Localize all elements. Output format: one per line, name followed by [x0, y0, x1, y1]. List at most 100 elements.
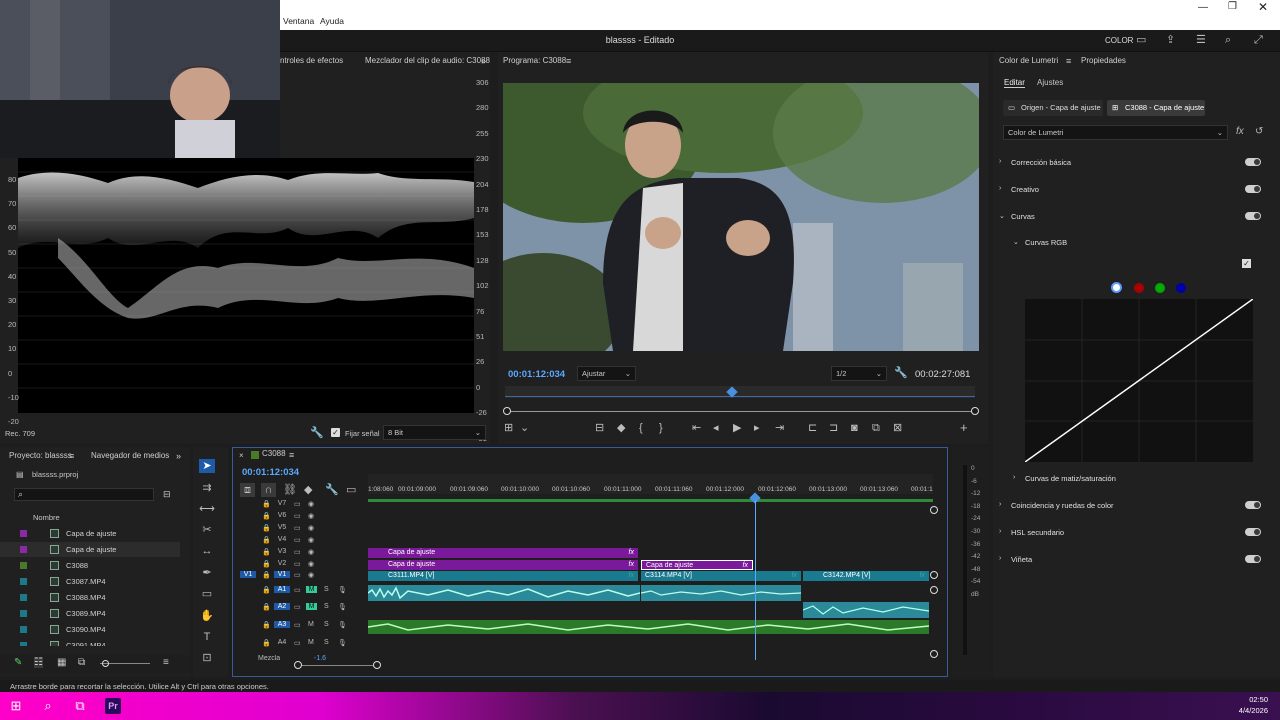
collapse-icon[interactable]: ⌄ — [1013, 238, 1019, 246]
audio-clip-a2[interactable] — [802, 602, 930, 618]
list-item[interactable]: C3088.MP4 — [0, 590, 180, 605]
clip-c3111[interactable]: C3111.MP4 [V] fx — [368, 571, 638, 581]
track-header-v3[interactable]: 🔒 V3 ▭ ◉ — [236, 548, 368, 560]
minimize-icon[interactable]: — — [1198, 2, 1208, 13]
task-view-icon[interactable]: ⧉ — [72, 698, 88, 714]
search-icon[interactable]: ⌕ — [1225, 33, 1231, 47]
zoom-handle-right[interactable] — [971, 407, 979, 415]
column-name[interactable]: Nombre — [33, 513, 60, 522]
mark-out-icon[interactable]: } — [659, 421, 663, 435]
track-header-a3[interactable]: 🔒 A3 ▭ M S 🎙 — [236, 621, 368, 635]
workspace-label[interactable]: COLOR — [1105, 36, 1133, 45]
timeline-zoom-bar[interactable] — [298, 665, 378, 666]
clock-date[interactable]: 4/4/2026 — [1226, 706, 1268, 715]
track-select-icon[interactable]: ⇉ — [199, 481, 215, 495]
wrench-icon[interactable]: 🔧 — [325, 483, 339, 497]
zoom-bar[interactable] — [507, 411, 975, 412]
list-item[interactable]: C3088 — [0, 558, 180, 573]
compare-icon[interactable]: ⧉ — [872, 421, 880, 435]
audio-clip-a1b[interactable] — [640, 585, 802, 601]
panel-menu-icon[interactable]: ≡ — [69, 451, 74, 461]
go-to-in-icon[interactable]: ⇤ — [692, 421, 701, 435]
list-item[interactable]: C3089.MP4 — [0, 606, 180, 621]
track-header-v5[interactable]: 🔒 V5 ▭ ◉ — [236, 524, 368, 536]
track-header-v4[interactable]: 🔒 V4 ▭ ◉ — [236, 536, 368, 548]
expand-icon[interactable]: › — [999, 185, 1001, 192]
clip-adjustment-layer-v2[interactable]: Capa de ajuste fx — [368, 560, 638, 570]
scroll-handle[interactable] — [930, 650, 938, 658]
chevron-right-icon[interactable]: » — [176, 447, 181, 465]
new-bin-icon[interactable]: ⊟ — [163, 489, 171, 500]
toggle-vineta[interactable] — [1245, 555, 1261, 563]
chevron-right-icon[interactable]: » — [481, 52, 486, 70]
tab-lumetri[interactable]: Color de Lumetri — [999, 52, 1058, 70]
icon-view-icon[interactable]: ▦ — [57, 657, 66, 668]
settings-wrench-icon[interactable]: 🔧 — [894, 366, 908, 380]
clip-adjustment-layer-v3[interactable]: Capa de ajuste fx — [368, 548, 638, 558]
toggle-creativo[interactable] — [1245, 185, 1261, 193]
clip-adjustment-layer-selected[interactable]: Capa de ajuste fx — [641, 560, 753, 570]
step-back-icon[interactable]: ◂ — [713, 421, 719, 435]
origin-clip-button[interactable]: ▭ Origen - Capa de ajuste — [1003, 100, 1103, 116]
add-marker-icon[interactable]: ◆ — [304, 483, 312, 497]
section-curvas-rgb[interactable]: Curvas RGB — [1025, 238, 1067, 247]
camera-icon[interactable]: ◙ — [851, 421, 858, 435]
search-input[interactable]: ⌕ — [14, 488, 154, 501]
selection-tool-icon[interactable]: ➤ — [199, 459, 215, 473]
list-item[interactable]: C3091.MP4 — [0, 638, 180, 646]
captions-icon[interactable]: ▭ — [346, 483, 356, 497]
tab-project[interactable]: Proyecto: blassss — [9, 447, 72, 465]
program-timecode[interactable]: 00:01:12:034 — [508, 369, 565, 380]
restore-icon[interactable]: ❐ — [1228, 1, 1237, 12]
toggle-hsl[interactable] — [1245, 528, 1261, 536]
layout-icon[interactable]: ▭ — [1136, 33, 1146, 47]
section-coincidencia[interactable]: Coincidencia y ruedas de color — [1011, 501, 1114, 510]
chevron-down-icon[interactable]: ⌄ — [520, 421, 529, 435]
mark-in-icon[interactable]: { — [639, 421, 643, 435]
scroll-handle[interactable] — [930, 506, 938, 514]
list-item[interactable]: Capa de ajuste — [0, 526, 180, 541]
extract-icon[interactable]: ⊐ — [829, 421, 838, 435]
freeform-view-icon[interactable]: ⧉ — [78, 657, 85, 668]
snap-icon[interactable]: ∩ — [261, 483, 276, 497]
wrench-icon[interactable]: 🔧 — [310, 426, 324, 440]
pen-icon[interactable]: ✒ — [199, 566, 215, 580]
toggle-curvas[interactable] — [1245, 212, 1261, 220]
tab-effect-controls[interactable]: ntroles de efectos — [280, 52, 343, 70]
add-marker-icon[interactable]: ◆ — [617, 421, 625, 435]
panel-menu-icon[interactable]: ≡ — [289, 450, 294, 460]
timeline-timecode[interactable]: 00:01:12:034 — [242, 467, 299, 478]
track-header-v6[interactable]: 🔒 V6 ▭ ◉ — [236, 512, 368, 524]
tab-media-browser[interactable]: Navegador de medios — [91, 447, 169, 465]
expand-icon[interactable]: › — [999, 528, 1001, 535]
sort-icon[interactable]: ≡ — [163, 657, 169, 668]
go-to-out-icon[interactable]: ⇥ — [775, 421, 784, 435]
channel-white-dot[interactable] — [1111, 282, 1122, 293]
close-icon[interactable]: ✕ — [1258, 0, 1268, 14]
playhead-bar[interactable] — [505, 386, 975, 398]
channel-green-dot[interactable] — [1155, 283, 1165, 293]
section-curvas-matiz[interactable]: Curvas de matiz/saturación — [1025, 474, 1116, 483]
section-vineta[interactable]: Viñeta — [1011, 555, 1032, 564]
slip-icon[interactable]: ↔ — [199, 544, 215, 558]
export-frame-icon[interactable]: ⊟ — [595, 421, 604, 435]
expand-icon[interactable]: › — [999, 501, 1001, 508]
linked-select-icon[interactable]: ⛓ — [283, 483, 297, 497]
subtab-ajustes[interactable]: Ajustes — [1037, 78, 1063, 87]
panel-menu-icon[interactable]: ≡ — [566, 56, 571, 66]
ripple-edit-icon[interactable]: ⟷ — [199, 502, 215, 516]
playhead-line[interactable] — [755, 500, 756, 660]
list-item[interactable]: Capa de ajuste — [0, 542, 180, 557]
subtab-editar[interactable]: Editar — [1004, 78, 1025, 88]
rec709-label[interactable]: Rec. 709 — [5, 429, 35, 438]
clip-c3114[interactable]: C3114.MP4 [V] fx — [641, 571, 801, 581]
clip-c3142[interactable]: C3142.MP4 [V] fx — [803, 571, 929, 581]
timeline-zoom-handle[interactable] — [373, 661, 381, 669]
clock-time[interactable]: 02:50 — [1236, 695, 1268, 704]
toggle-coincidencia[interactable] — [1245, 501, 1261, 509]
menu-ventana[interactable]: Ventana — [283, 16, 314, 26]
track-header-a2[interactable]: 🔒 A2 ▭ M S 🎙 — [236, 603, 368, 617]
collapse-icon[interactable]: ⌄ — [999, 212, 1005, 220]
menu-icon[interactable]: ☰ — [1196, 33, 1206, 47]
section-curvas[interactable]: Curvas — [1011, 212, 1035, 221]
